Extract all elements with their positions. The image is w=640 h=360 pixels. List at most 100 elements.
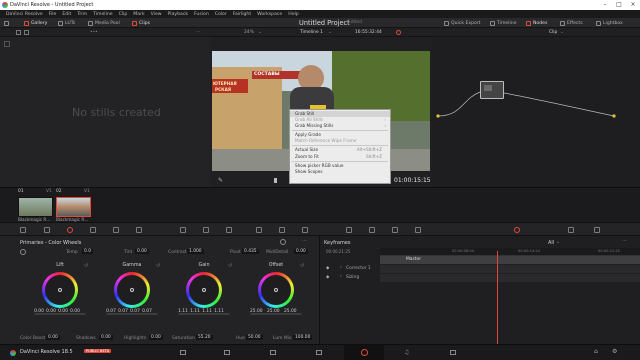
color-page-tab[interactable] bbox=[344, 345, 384, 360]
zoom-dropdown-icon[interactable]: ⌄ bbox=[258, 28, 262, 37]
window-icon[interactable] bbox=[256, 227, 262, 233]
menu-item[interactable]: Fairlight bbox=[233, 12, 251, 17]
pick-color-icon[interactable]: ✎ bbox=[218, 177, 223, 184]
clip-thumbnail[interactable] bbox=[18, 197, 53, 217]
menu-item[interactable]: Fusion bbox=[194, 12, 209, 17]
keyframe-dot-icon[interactable]: ◆ bbox=[326, 275, 329, 280]
menu-item[interactable]: Workspace bbox=[257, 12, 282, 17]
menu-item[interactable]: View bbox=[151, 12, 162, 17]
edit-page-icon[interactable] bbox=[270, 350, 276, 355]
play-reverse-icon[interactable] bbox=[274, 178, 277, 183]
keyframe-ruler[interactable]: 00:00:08:04 00:00:14:24 00:00:21:25 bbox=[380, 248, 640, 256]
highlights-value[interactable]: 0.00 bbox=[149, 335, 163, 340]
rgb-mixer-icon[interactable] bbox=[113, 227, 119, 233]
media-pool-button[interactable]: Media Pool bbox=[88, 19, 120, 27]
timeline-button[interactable]: Timeline bbox=[490, 19, 517, 27]
lightbox-button[interactable]: Lightbox bbox=[596, 19, 623, 27]
menu-zoom-to-fit[interactable]: Zoom to Fit Shift+Z bbox=[290, 154, 390, 160]
menu-item[interactable]: Playback bbox=[168, 12, 189, 17]
lift-wheel-center[interactable] bbox=[58, 288, 62, 292]
magic-mask-icon[interactable] bbox=[302, 227, 308, 233]
menu-item[interactable]: Timeline bbox=[93, 12, 113, 17]
hdr-icon[interactable] bbox=[90, 227, 96, 233]
sizing-icon[interactable] bbox=[392, 227, 398, 233]
close-icon[interactable]: × bbox=[626, 0, 640, 10]
qualifier-icon[interactable] bbox=[226, 227, 232, 233]
reset-all-icon[interactable] bbox=[280, 239, 286, 245]
deliver-page-icon[interactable] bbox=[450, 350, 456, 355]
menu-item[interactable]: Help bbox=[288, 12, 298, 17]
gallery-button[interactable]: Gallery bbox=[24, 19, 47, 27]
contrast-value[interactable]: 1.000 bbox=[187, 249, 204, 254]
gain-wheel-center[interactable] bbox=[202, 288, 206, 292]
gamma-wheel-center[interactable] bbox=[130, 288, 134, 292]
saturation-value[interactable]: 55.20 bbox=[196, 335, 213, 340]
clips-button[interactable]: Clips bbox=[132, 19, 150, 27]
stills-options-icon[interactable]: ⋯ bbox=[196, 28, 200, 37]
nodes-button[interactable]: Nodes bbox=[526, 19, 547, 27]
timeline-selector[interactable]: Timeline 1 bbox=[300, 28, 323, 37]
menu-item[interactable]: DaVinci Resolve bbox=[6, 12, 43, 17]
filter-dropdown-icon[interactable]: ⌄ bbox=[556, 239, 560, 245]
panel-options-icon[interactable]: ⋯ bbox=[302, 238, 307, 244]
node-corrector-1[interactable] bbox=[480, 81, 504, 99]
keyframe-dot-icon[interactable]: ◆ bbox=[326, 266, 329, 271]
list-view-icon[interactable] bbox=[24, 30, 29, 35]
node-mode-dropdown-icon[interactable]: ⌄ bbox=[560, 28, 564, 37]
zoom-level[interactable]: 24% bbox=[244, 28, 254, 37]
reset-lift-icon[interactable]: ↺ bbox=[84, 263, 88, 269]
blur-icon[interactable] bbox=[346, 227, 352, 233]
settings-icon[interactable]: ⚙ bbox=[612, 348, 617, 355]
picker-icon[interactable] bbox=[20, 249, 26, 255]
hue-value[interactable]: 50.00 bbox=[246, 335, 263, 340]
reset-gain-icon[interactable]: ↺ bbox=[228, 263, 232, 269]
expand-arrow-icon[interactable]: › bbox=[340, 265, 342, 270]
reset-gamma-icon[interactable]: ↺ bbox=[156, 263, 160, 269]
pivot-value[interactable]: 0.435 bbox=[242, 249, 259, 254]
keyframe-row-corrector[interactable]: ◆ › Corrector 1 bbox=[320, 265, 640, 274]
offset-wheel-center[interactable] bbox=[274, 288, 278, 292]
color-wheels-icon[interactable] bbox=[67, 227, 73, 233]
lum-mix-value[interactable]: 100.00 bbox=[293, 335, 313, 340]
grid-view-icon[interactable] bbox=[16, 30, 21, 35]
node-mode-label[interactable]: Clip bbox=[549, 28, 557, 37]
middetail-value[interactable]: 0.00 bbox=[294, 249, 308, 254]
timeline-dropdown-icon[interactable]: ⌄ bbox=[328, 28, 332, 37]
color-boost-value[interactable]: 0.00 bbox=[46, 335, 60, 340]
3d-icon[interactable] bbox=[415, 227, 421, 233]
keyframes-icon[interactable] bbox=[514, 227, 520, 233]
menu-match-reference[interactable]: Match Reference Wipe Frame bbox=[290, 138, 390, 144]
color-warper-icon[interactable] bbox=[203, 227, 209, 233]
collapse-button[interactable] bbox=[4, 19, 9, 27]
scopes-icon[interactable] bbox=[568, 227, 574, 233]
home-icon[interactable]: ⌂ bbox=[594, 348, 598, 355]
more-options-icon[interactable]: ••• bbox=[90, 28, 98, 37]
curves-icon[interactable] bbox=[180, 227, 186, 233]
menu-item[interactable]: Trim bbox=[77, 12, 87, 17]
clip-thumbnail-selected[interactable] bbox=[56, 197, 91, 217]
expand-arrow-icon[interactable]: › bbox=[340, 274, 342, 279]
viewer-options-icon[interactable] bbox=[396, 30, 401, 35]
media-page-icon[interactable] bbox=[180, 350, 186, 355]
fusion-page-icon[interactable] bbox=[316, 350, 322, 355]
tracker-icon[interactable] bbox=[279, 227, 285, 233]
stills-list-icon[interactable] bbox=[4, 41, 10, 47]
menu-show-scopes[interactable]: Show Scopes bbox=[290, 169, 390, 175]
quick-export-button[interactable]: Quick Export bbox=[444, 19, 481, 27]
shadows-value[interactable]: 0.00 bbox=[99, 335, 113, 340]
keyframe-row-sizing[interactable]: ◆ › Sizing bbox=[320, 274, 640, 283]
color-match-icon[interactable] bbox=[44, 227, 50, 233]
minimize-icon[interactable]: – bbox=[598, 0, 612, 10]
temp-value[interactable]: 0.0 bbox=[82, 249, 93, 254]
node-editor[interactable] bbox=[432, 37, 640, 187]
menu-item[interactable]: Color bbox=[215, 12, 227, 17]
keyframes-playhead[interactable] bbox=[497, 251, 498, 344]
menu-item[interactable]: File bbox=[49, 12, 57, 17]
menu-item[interactable]: Clip bbox=[119, 12, 128, 17]
keyframes-filter[interactable]: All bbox=[548, 240, 554, 246]
reset-offset-icon[interactable]: ↺ bbox=[300, 263, 304, 269]
keyframes-options-icon[interactable]: ⋯ bbox=[622, 238, 627, 244]
effects-button[interactable]: Effects bbox=[560, 19, 583, 27]
luts-button[interactable]: LUTs bbox=[58, 19, 75, 27]
master-track[interactable]: Master bbox=[380, 256, 640, 264]
